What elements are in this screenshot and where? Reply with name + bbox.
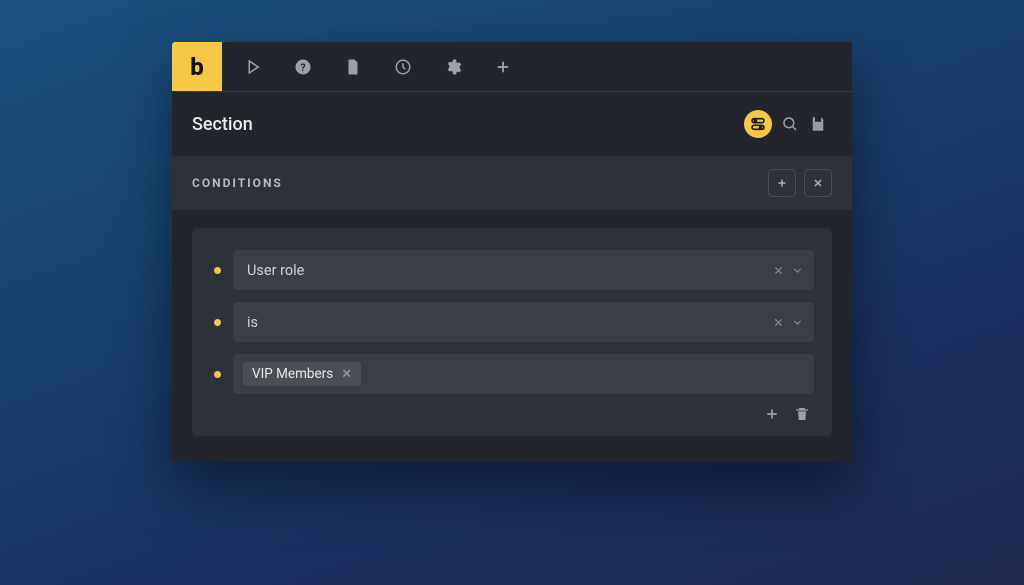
chevron-down-icon[interactable] xyxy=(791,316,804,329)
svg-text:?: ? xyxy=(300,60,305,73)
bullet-icon xyxy=(214,267,221,274)
condition-operator-select[interactable]: is xyxy=(233,302,814,342)
conditions-header: CONDITIONS xyxy=(172,156,852,210)
file-icon[interactable] xyxy=(328,42,378,91)
app-logo[interactable]: b xyxy=(172,42,222,91)
condition-row-field: User role xyxy=(210,250,814,290)
chevron-down-icon[interactable] xyxy=(791,264,804,277)
save-icon[interactable] xyxy=(804,110,832,138)
structure-toggle[interactable] xyxy=(744,110,772,138)
panel-header: Section xyxy=(172,92,852,156)
condition-field-value: User role xyxy=(247,262,766,279)
condition-card-footer xyxy=(210,406,814,422)
clear-operator-icon[interactable] xyxy=(772,316,785,329)
bullet-icon xyxy=(214,319,221,326)
plus-icon[interactable] xyxy=(478,42,528,91)
conditions-label: CONDITIONS xyxy=(192,176,283,190)
play-icon[interactable] xyxy=(228,42,278,91)
add-condition-group-button[interactable] xyxy=(768,169,796,197)
page-title: Section xyxy=(192,114,253,135)
remove-condition-group-button[interactable] xyxy=(804,169,832,197)
help-icon[interactable]: ? xyxy=(278,42,328,91)
search-icon[interactable] xyxy=(776,110,804,138)
panel-body: User role is VIP Members ✕ xyxy=(172,210,852,462)
condition-row-value: VIP Members ✕ xyxy=(210,354,814,394)
value-tag: VIP Members ✕ xyxy=(243,362,361,386)
clock-icon[interactable] xyxy=(378,42,428,91)
remove-tag-icon[interactable]: ✕ xyxy=(341,367,352,382)
toolbar: b ? xyxy=(172,42,852,92)
logo-glyph: b xyxy=(190,53,204,81)
gear-icon[interactable] xyxy=(428,42,478,91)
condition-value-input[interactable]: VIP Members ✕ xyxy=(233,354,814,394)
condition-field-select[interactable]: User role xyxy=(233,250,814,290)
delete-condition-button[interactable] xyxy=(794,406,810,422)
condition-operator-value: is xyxy=(247,314,766,331)
condition-row-operator: is xyxy=(210,302,814,342)
condition-card: User role is VIP Members ✕ xyxy=(192,228,832,436)
add-condition-button[interactable] xyxy=(764,406,780,422)
value-tag-label: VIP Members xyxy=(252,366,333,382)
clear-field-icon[interactable] xyxy=(772,264,785,277)
bullet-icon xyxy=(214,371,221,378)
panel-window: b ? Section CON xyxy=(172,42,852,462)
